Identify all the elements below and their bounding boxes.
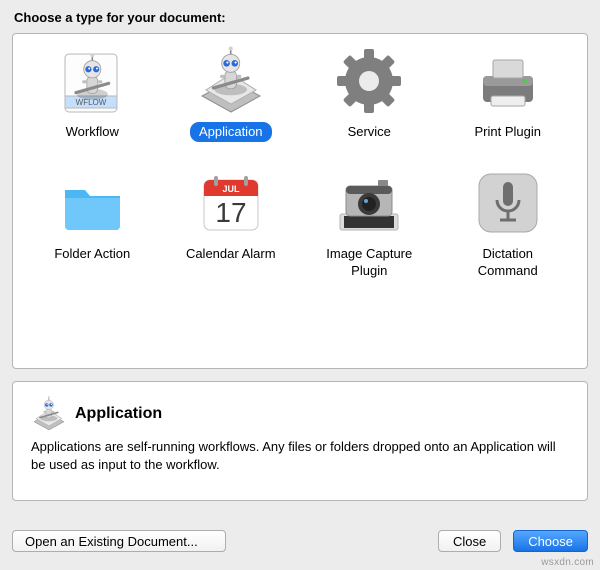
open-existing-document-button[interactable]: Open an Existing Document... xyxy=(12,530,226,552)
types-grid: Workflow Application Service Print Plugi… xyxy=(27,46,573,281)
type-item-service[interactable]: Service xyxy=(334,46,404,142)
print-plugin-icon xyxy=(473,46,543,116)
dictation-icon xyxy=(473,168,543,238)
type-label: Service xyxy=(339,122,400,142)
type-item-image-capture-plugin[interactable]: Image Capture Plugin xyxy=(317,168,421,281)
description-body: Applications are self-running workflows.… xyxy=(31,438,569,473)
close-button[interactable]: Close xyxy=(438,530,501,552)
workflow-icon xyxy=(57,46,127,116)
dialog-footer: Open an Existing Document... Close Choos… xyxy=(12,530,588,552)
calendar-alarm-icon xyxy=(196,168,266,238)
description-title: Application xyxy=(75,405,162,423)
type-label: Dictation Command xyxy=(469,244,547,281)
watermark: wsxdn.com xyxy=(541,557,594,568)
application-icon xyxy=(196,46,266,116)
type-item-folder-action[interactable]: Folder Action xyxy=(45,168,139,281)
type-item-workflow[interactable]: Workflow xyxy=(57,46,128,142)
type-item-dictation-command[interactable]: Dictation Command xyxy=(469,168,547,281)
image-capture-icon xyxy=(334,168,404,238)
document-types-panel: Workflow Application Service Print Plugi… xyxy=(12,33,588,369)
service-icon xyxy=(334,46,404,116)
type-label: Calendar Alarm xyxy=(177,244,285,264)
type-item-application[interactable]: Application xyxy=(190,46,272,142)
type-item-print-plugin[interactable]: Print Plugin xyxy=(466,46,550,142)
type-item-calendar-alarm[interactable]: Calendar Alarm xyxy=(177,168,285,281)
type-label: Folder Action xyxy=(45,244,139,264)
choose-button[interactable]: Choose xyxy=(513,530,588,552)
type-label: Application xyxy=(190,122,272,142)
type-label: Image Capture Plugin xyxy=(317,244,421,281)
dialog-heading: Choose a type for your document: xyxy=(14,10,588,25)
description-panel: Application Applications are self-runnin… xyxy=(12,381,588,501)
type-label: Workflow xyxy=(57,122,128,142)
folder-action-icon xyxy=(57,168,127,238)
type-label: Print Plugin xyxy=(466,122,550,142)
description-header: Application xyxy=(31,396,569,432)
application-icon xyxy=(31,396,67,432)
